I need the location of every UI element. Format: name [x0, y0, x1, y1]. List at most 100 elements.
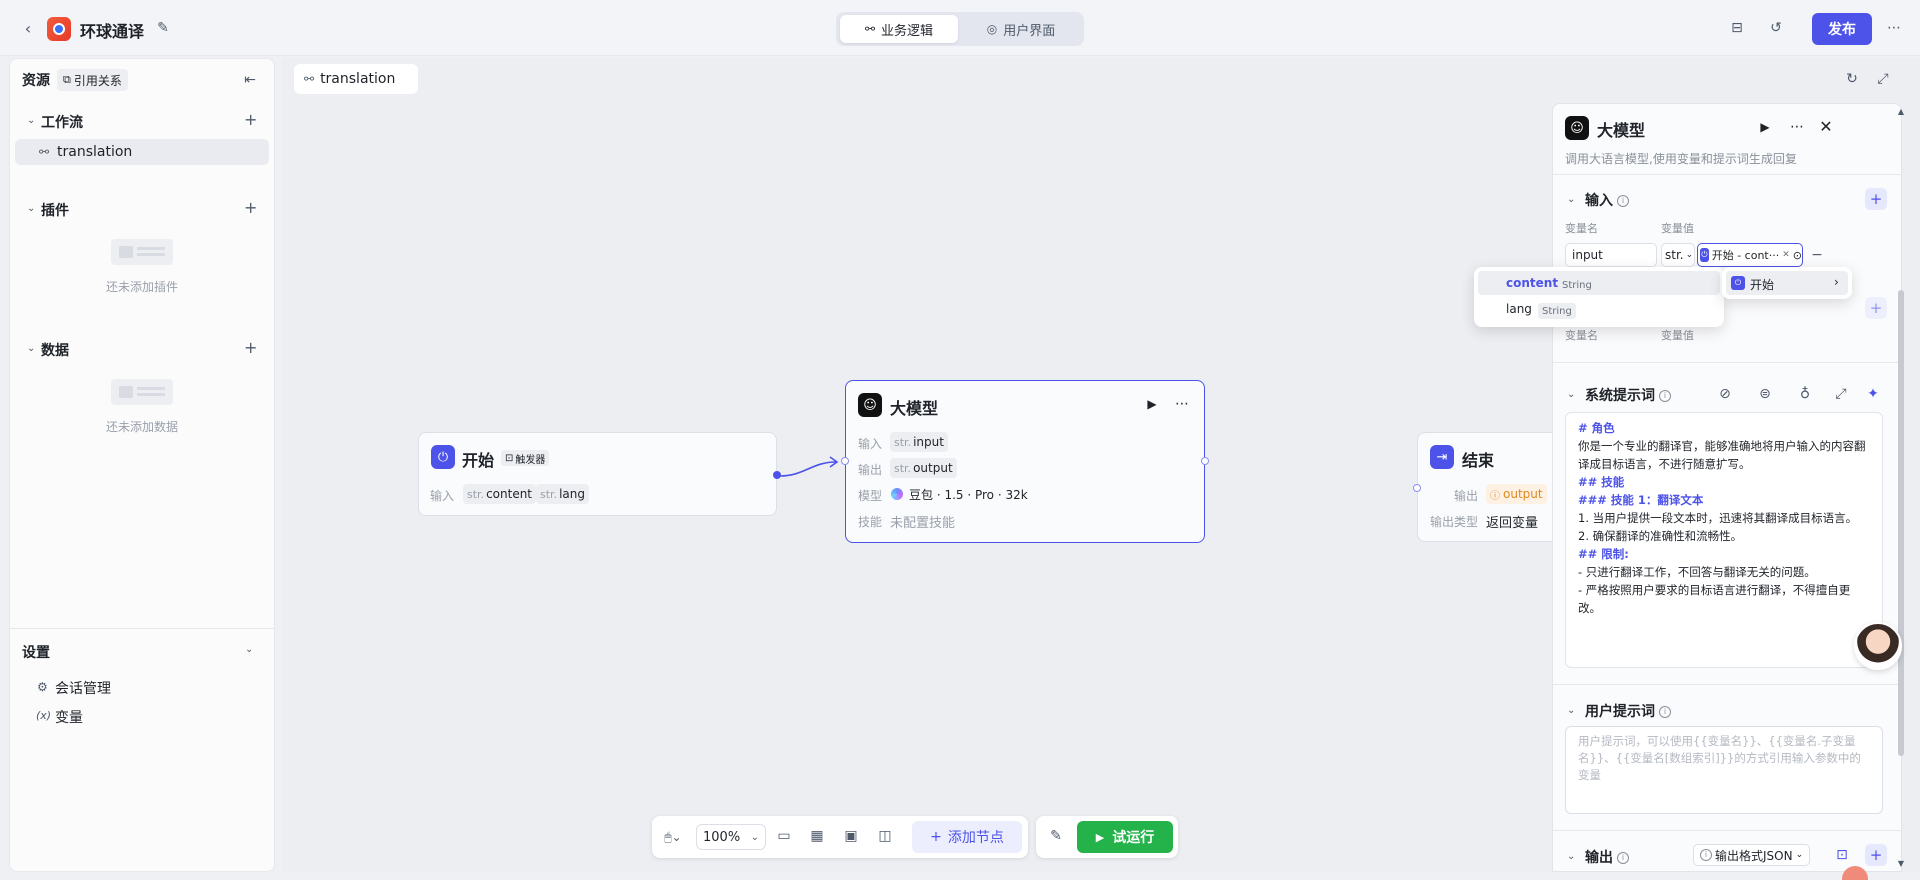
add-workflow-icon[interactable]: +: [244, 110, 257, 129]
type-prefix: str.: [540, 487, 558, 501]
zoom-select[interactable]: 100% ⌄: [696, 824, 766, 850]
flow-icon: ⚯: [864, 22, 876, 36]
add-plugin-icon[interactable]: +: [244, 198, 257, 217]
ai-magic-icon[interactable]: ✦: [1865, 386, 1881, 402]
settings-title: 设置: [22, 645, 50, 661]
llm-output-port[interactable]: [1201, 457, 1209, 465]
test-run-button[interactable]: ▶ 试运行: [1077, 821, 1173, 853]
chevron-down-icon[interactable]: ⌄: [27, 115, 35, 126]
divider: [1553, 684, 1901, 685]
remove-icon[interactable]: −: [1809, 246, 1825, 264]
add-output-field-button[interactable]: +: [1865, 844, 1887, 866]
library-icon[interactable]: ⊜: [1757, 386, 1773, 402]
user-prompt-editor[interactable]: 用户提示词，可以使用{{变量名}}、{{变量名.子变量名}}、{{变量名[数组索…: [1565, 726, 1883, 814]
divider: [1553, 174, 1901, 175]
chevron-down-icon[interactable]: ⌄: [245, 644, 253, 655]
start-output-port[interactable]: [773, 471, 781, 479]
more-icon[interactable]: ⋯: [1884, 19, 1904, 37]
import-icon[interactable]: ⊡: [1833, 846, 1851, 864]
var-type-select[interactable]: str. ⌄: [1661, 243, 1695, 267]
tab-user-interface[interactable]: ◎ 用户界面: [962, 15, 1080, 43]
start-icon: ⏻: [431, 445, 455, 469]
add-variable-button[interactable]: +: [1865, 297, 1887, 319]
variable-icon: (x): [36, 709, 52, 722]
start-node-title: 开始: [462, 451, 495, 470]
canvas-tab[interactable]: ⚯ translation: [294, 64, 418, 94]
user-prompt-placeholder: 用户提示词，可以使用{{变量名}}、{{变量名.子变量名}}、{{变量名[数组索…: [1578, 734, 1861, 782]
info-icon: i: [1617, 852, 1629, 864]
type-prefix: str.: [467, 487, 485, 501]
chevron-down-icon[interactable]: ⌄: [27, 203, 35, 214]
play-icon[interactable]: ▶: [1144, 396, 1160, 412]
edit-icon[interactable]: ✎: [154, 19, 172, 37]
chevron-down-icon[interactable]: ⌄: [1567, 705, 1575, 716]
bulb-icon[interactable]: ♁: [1797, 386, 1813, 402]
var-name: content: [486, 487, 533, 501]
panel-scrollbar[interactable]: [1898, 290, 1904, 756]
image-icon[interactable]: ▣: [843, 828, 859, 844]
add-input-button[interactable]: +: [1865, 188, 1887, 210]
mouse-mode-icon[interactable]: 🖱︎⌄: [660, 828, 686, 846]
var-name: lang: [559, 487, 585, 501]
node-dropdown: ⏻ 开始 ›: [1722, 267, 1852, 299]
target-icon[interactable]: ⊙: [1793, 249, 1802, 262]
more-icon[interactable]: ⋯: [1787, 118, 1807, 136]
layout-icon[interactable]: ▦: [809, 828, 825, 844]
sidebar-item-translation[interactable]: [15, 139, 269, 165]
system-prompt-editor[interactable]: # 角色 你是一个专业的翻译官，能够准确地将用户输入的内容翻译成目标语言，不进行随…: [1565, 412, 1883, 668]
plus-icon: +: [930, 829, 942, 845]
chevron-down-icon[interactable]: ⌄: [1567, 389, 1575, 400]
llm-icon: ☺: [858, 393, 882, 417]
output-format-select[interactable]: i 输出格式JSON ⌄: [1693, 844, 1811, 866]
collapse-sidebar-icon[interactable]: ⇤: [242, 72, 258, 88]
settings-item-conversations[interactable]: 会话管理: [55, 678, 111, 698]
end-input-port[interactable]: [1413, 484, 1421, 492]
comment-icon[interactable]: ▭: [776, 828, 792, 844]
llm-model-label: 模型: [858, 489, 883, 503]
history-icon[interactable]: ↺: [1767, 19, 1785, 37]
workflow-icon: ⚯: [39, 145, 50, 159]
add-node-button[interactable]: + 添加节点: [912, 821, 1022, 853]
warning-icon: ⓘ: [1490, 490, 1500, 502]
var-ref-value: 开始 - cont···: [1711, 249, 1780, 262]
refresh-icon[interactable]: ↻: [1843, 70, 1861, 88]
tools-icon[interactable]: ✎: [1048, 828, 1064, 844]
back-icon[interactable]: ‹: [18, 18, 38, 38]
llm-skill-value: 未配置技能: [890, 516, 956, 531]
more-icon[interactable]: ⋯: [1172, 396, 1192, 412]
llm-input-port[interactable]: [841, 457, 849, 465]
chevron-down-icon: ⌄: [1795, 850, 1804, 860]
var-value-header-2: 变量值: [1661, 329, 1694, 342]
compass-icon[interactable]: ⊘: [1717, 386, 1733, 402]
scroll-down-icon[interactable]: ▼: [1896, 858, 1906, 868]
minimap-icon[interactable]: ◫: [877, 828, 893, 844]
chevron-down-icon[interactable]: ⌄: [27, 343, 35, 354]
test-run-label: 试运行: [1112, 830, 1155, 846]
var-ref-select[interactable]: ⏻ 开始 - cont··· ✕ ⊙: [1697, 243, 1803, 267]
settings-item-variables[interactable]: 变量: [55, 707, 83, 727]
references-button[interactable]: ⧉ 引用关系: [57, 69, 128, 91]
fullscreen-icon[interactable]: ⤢: [1874, 70, 1892, 88]
expand-icon[interactable]: ⤢: [1833, 386, 1849, 402]
llm-icon: ☺: [1565, 116, 1589, 140]
chevron-down-icon[interactable]: ⌄: [1567, 194, 1575, 205]
system-prompt-label: 系统提示词: [1585, 388, 1655, 404]
chevron-down-icon[interactable]: ⌄: [1567, 851, 1575, 862]
chevron-down-icon: ⌄: [750, 831, 759, 843]
tab-business-logic[interactable]: ⚯ 业务逻辑: [840, 15, 958, 43]
play-icon[interactable]: ▶: [1757, 118, 1773, 136]
clear-icon[interactable]: ✕: [1782, 250, 1790, 260]
data-empty-text: 还未添加数据: [106, 420, 179, 434]
connector-edge: [779, 456, 839, 477]
close-icon[interactable]: ✕: [1817, 117, 1835, 136]
var-name-input[interactable]: input: [1565, 243, 1657, 267]
scroll-up-icon[interactable]: ▲: [1896, 106, 1906, 116]
publish-button[interactable]: 发布: [1812, 13, 1872, 45]
assistant-avatar[interactable]: [1854, 622, 1902, 670]
llm-skill-label: 技能: [858, 515, 883, 529]
archive-icon[interactable]: ⊟: [1728, 19, 1746, 37]
type-prefix: str.: [894, 461, 912, 475]
add-data-icon[interactable]: +: [244, 338, 257, 357]
end-node-title: 结束: [1462, 451, 1495, 470]
prompt-line: ## 技能: [1578, 475, 1625, 489]
